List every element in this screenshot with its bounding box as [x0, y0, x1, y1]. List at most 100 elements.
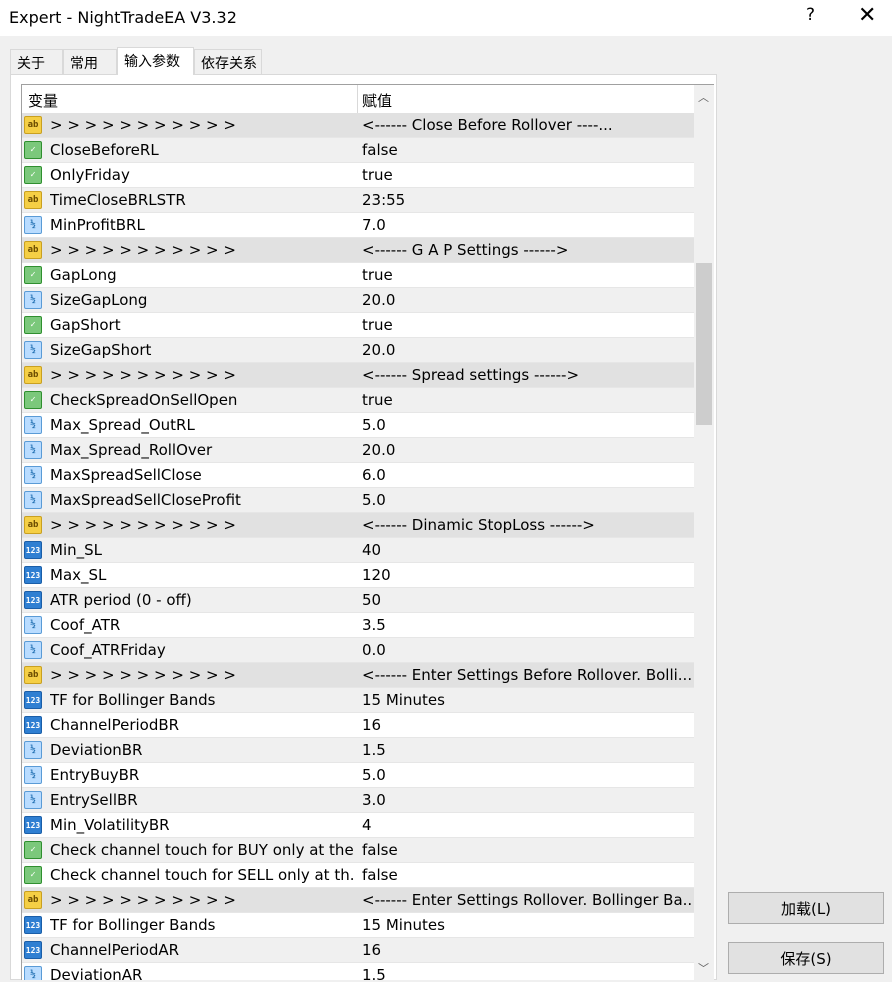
parameter-name: SizeGapShort — [50, 341, 152, 359]
parameter-value[interactable]: 5.0 — [362, 491, 692, 509]
double-type-icon: ½ — [24, 341, 42, 359]
parameter-row[interactable]: ab > > > > > > > > > > > <------ Spread se… — [22, 363, 694, 388]
parameter-row[interactable]: ✓ Check channel touch for BUY only at the… — [22, 838, 694, 863]
tab-common[interactable]: 常用 — [63, 49, 117, 75]
parameter-row[interactable]: ½ Max_Spread_OutRL 5.0 — [22, 413, 694, 438]
parameter-row[interactable]: ab > > > > > > > > > > > <------ Enter Set… — [22, 888, 694, 913]
parameter-value[interactable]: 5.0 — [362, 416, 692, 434]
tab-about[interactable]: 关于 — [10, 49, 63, 75]
double-type-icon: ½ — [24, 216, 42, 234]
parameter-row[interactable]: 123 ChannelPeriodBR 16 — [22, 713, 694, 738]
parameter-row[interactable]: ab > > > > > > > > > > > <------ Close Bef… — [22, 113, 694, 138]
parameter-value[interactable]: 1.5 — [362, 966, 692, 980]
parameter-value[interactable]: 20.0 — [362, 341, 692, 359]
parameter-value[interactable]: false — [362, 841, 692, 859]
parameter-row[interactable]: 123 ChannelPeriodAR 16 — [22, 938, 694, 963]
parameter-name: Max_Spread_RollOver — [50, 441, 213, 459]
parameter-value[interactable]: 1.5 — [362, 741, 692, 759]
parameter-value[interactable]: true — [362, 391, 692, 409]
parameter-row[interactable]: ✓ GapLong true — [22, 263, 694, 288]
parameter-value[interactable]: 120 — [362, 566, 692, 584]
parameter-value[interactable]: 15 Minutes — [362, 916, 692, 934]
parameter-row[interactable]: ½ Coof_ATRFriday 0.0 — [22, 638, 694, 663]
parameter-name: > > > > > > > > > > > — [50, 891, 236, 909]
tab-dependencies[interactable]: 依存关系 — [194, 49, 262, 75]
parameter-row[interactable]: 123 Max_SL 120 — [22, 563, 694, 588]
column-header-value[interactable]: 赋值 — [362, 90, 392, 111]
parameter-row[interactable]: ✓ GapShort true — [22, 313, 694, 338]
parameter-row[interactable]: ½ DeviationBR 1.5 — [22, 738, 694, 763]
parameter-value[interactable]: 5.0 — [362, 766, 692, 784]
parameter-row[interactable]: ½ MaxSpreadSellCloseProfit 5.0 — [22, 488, 694, 513]
parameter-row[interactable]: ab TimeCloseBRLSTR 23:55 — [22, 188, 694, 213]
window-title: Expert - NightTradeEA V3.32 — [9, 8, 237, 27]
parameter-value[interactable]: 3.0 — [362, 791, 692, 809]
parameter-value[interactable]: 20.0 — [362, 291, 692, 309]
scroll-up-arrow-icon[interactable]: ︿ — [698, 89, 709, 105]
bool-type-icon: ✓ — [24, 391, 42, 409]
parameter-row[interactable]: ✓ OnlyFriday true — [22, 163, 694, 188]
parameter-name: DeviationAR — [50, 966, 143, 980]
parameter-row[interactable]: 123 TF for Bollinger Bands 15 Minutes — [22, 688, 694, 713]
string-type-icon: ab — [24, 891, 42, 909]
parameter-value[interactable]: 3.5 — [362, 616, 692, 634]
parameter-row[interactable]: ½ MinProfitBRL 7.0 — [22, 213, 694, 238]
int-type-icon: 123 — [24, 566, 42, 584]
parameter-row[interactable]: ½ Coof_ATR 3.5 — [22, 613, 694, 638]
parameter-value[interactable]: false — [362, 141, 692, 159]
parameter-row[interactable]: 123 ATR period (0 - off) 50 — [22, 588, 694, 613]
parameter-row[interactable]: 123 TF for Bollinger Bands 15 Minutes — [22, 913, 694, 938]
tab-inputs[interactable]: 输入参数 — [117, 47, 194, 75]
parameter-value[interactable]: 4 — [362, 816, 692, 834]
parameter-value[interactable]: <------ Dinamic StopLoss ------> — [362, 516, 692, 534]
parameter-row[interactable]: ✓ CloseBeforeRL false — [22, 138, 694, 163]
vertical-scrollbar[interactable]: ︿ ﹀ — [694, 84, 714, 980]
column-header-variable[interactable]: 变量 — [28, 90, 58, 111]
parameter-value[interactable]: 16 — [362, 716, 692, 734]
save-button[interactable]: 保存(S) — [728, 942, 884, 974]
int-type-icon: 123 — [24, 916, 42, 934]
parameter-row[interactable]: ½ Max_Spread_RollOver 20.0 — [22, 438, 694, 463]
parameter-row[interactable]: ½ EntryBuyBR 5.0 — [22, 763, 694, 788]
parameter-value[interactable]: 20.0 — [362, 441, 692, 459]
parameter-name: SizeGapLong — [50, 291, 148, 309]
help-button[interactable]: ? — [806, 5, 815, 25]
parameter-value[interactable]: <------ Spread settings ------> — [362, 366, 692, 384]
parameter-value[interactable]: <------ Close Before Rollover ----... — [362, 116, 692, 134]
parameter-row[interactable]: ½ DeviationAR 1.5 — [22, 963, 694, 980]
parameter-row[interactable]: ½ SizeGapShort 20.0 — [22, 338, 694, 363]
parameter-name: > > > > > > > > > > > — [50, 666, 236, 684]
close-button[interactable]: ✕ — [858, 3, 876, 28]
double-type-icon: ½ — [24, 766, 42, 784]
parameter-value[interactable]: 15 Minutes — [362, 691, 692, 709]
parameter-value[interactable]: false — [362, 866, 692, 884]
int-type-icon: 123 — [24, 816, 42, 834]
parameter-value[interactable]: <------ Enter Settings Rollover. Bolling… — [362, 891, 692, 909]
load-button[interactable]: 加载(L) — [728, 892, 884, 924]
parameter-value[interactable]: true — [362, 266, 692, 284]
parameter-row[interactable]: ½ MaxSpreadSellClose 6.0 — [22, 463, 694, 488]
parameter-row[interactable]: ½ EntrySellBR 3.0 — [22, 788, 694, 813]
parameter-row[interactable]: ab > > > > > > > > > > > <------ G A P Set… — [22, 238, 694, 263]
parameter-row[interactable]: ✓ Check channel touch for SELL only at th… — [22, 863, 694, 888]
parameter-value[interactable]: true — [362, 166, 692, 184]
parameter-value[interactable]: 40 — [362, 541, 692, 559]
parameter-row[interactable]: 123 Min_SL 40 — [22, 538, 694, 563]
parameter-value[interactable]: 7.0 — [362, 216, 692, 234]
parameter-row[interactable]: ✓ CheckSpreadOnSellOpen true — [22, 388, 694, 413]
parameter-value[interactable]: <------ G A P Settings ------> — [362, 241, 692, 259]
parameter-value[interactable]: true — [362, 316, 692, 334]
parameter-row[interactable]: ½ SizeGapLong 20.0 — [22, 288, 694, 313]
parameter-value[interactable]: 6.0 — [362, 466, 692, 484]
scrollbar-thumb[interactable] — [696, 263, 712, 425]
parameter-row[interactable]: ab > > > > > > > > > > > <------ Dinamic S… — [22, 513, 694, 538]
parameter-value[interactable]: 50 — [362, 591, 692, 609]
parameter-value[interactable]: <------ Enter Settings Before Rollover. … — [362, 666, 692, 684]
parameter-value[interactable]: 23:55 — [362, 191, 692, 209]
parameter-value[interactable]: 0.0 — [362, 641, 692, 659]
parameter-row[interactable]: 123 Min_VolatilityBR 4 — [22, 813, 694, 838]
parameter-name: Check channel touch for SELL only at th.… — [50, 866, 355, 884]
parameter-row[interactable]: ab > > > > > > > > > > > <------ Enter Set… — [22, 663, 694, 688]
parameter-value[interactable]: 16 — [362, 941, 692, 959]
scroll-down-arrow-icon[interactable]: ﹀ — [698, 960, 709, 976]
